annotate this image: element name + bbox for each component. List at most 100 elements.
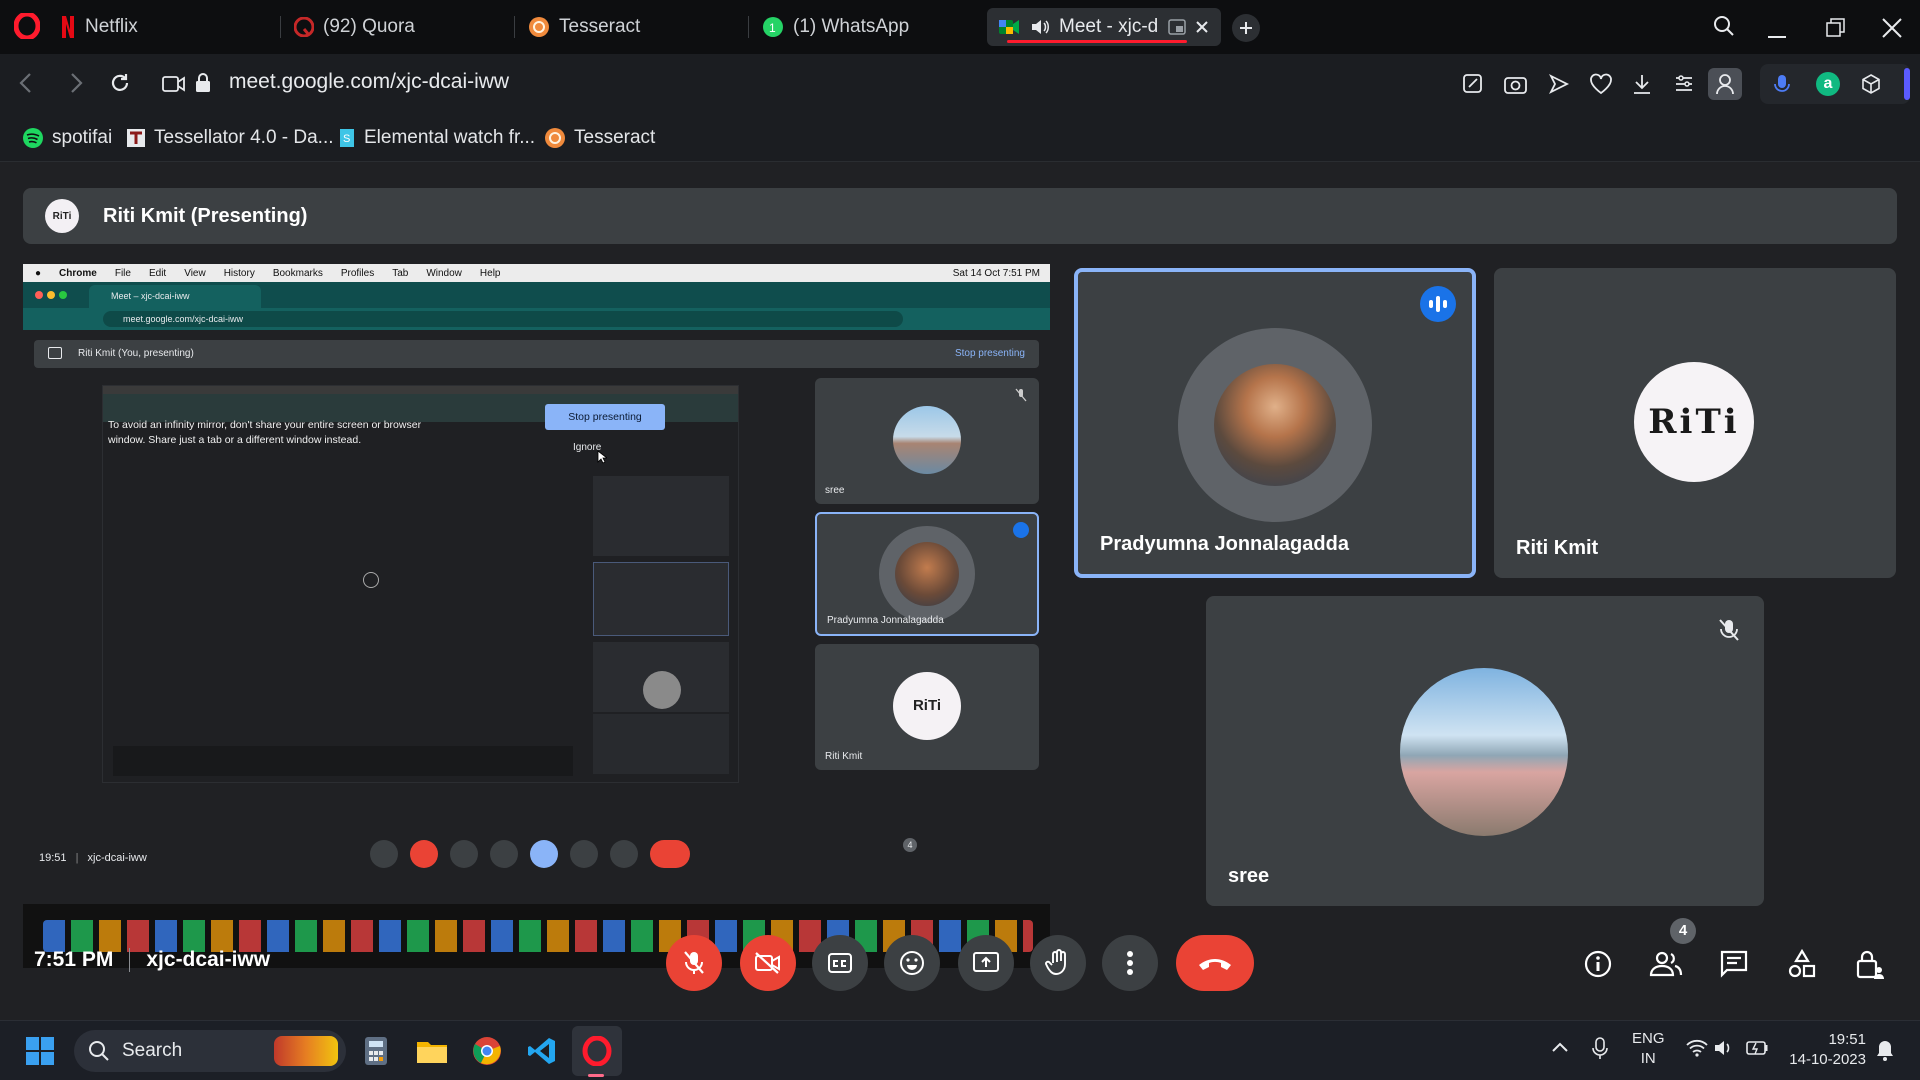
people-count-badge: 4 [1670,918,1696,944]
windows-start-icon[interactable] [22,1033,58,1069]
back-icon[interactable] [16,72,36,99]
microphone-extension-icon[interactable] [1774,73,1790,100]
elemental-icon: S [338,127,356,149]
camera-permission-icon[interactable] [162,73,186,100]
camera-off-button[interactable] [740,935,796,991]
mini-chrome-tabstrip: Meet – xjc-dcai-iww [23,282,1050,308]
heart-icon[interactable] [1589,73,1613,100]
sidebar-handle[interactable] [1904,68,1910,100]
mini-tile-name: Riti Kmit [825,751,863,762]
participant-tile-riti[interactable]: RiTi Riti Kmit [1494,268,1896,578]
easy-setup-icon[interactable] [1673,73,1695,100]
grammar-extension-icon[interactable]: a [1816,72,1840,96]
tab-netflix[interactable]: Netflix [48,8,278,46]
menu-item: Help [479,267,501,279]
bookmark-tessellator[interactable]: Tessellator 4.0 - Da... [126,124,334,152]
present-now-button[interactable] [958,935,1014,991]
mini-mic-button [370,840,398,868]
participant-tile-pradyumna[interactable]: Pradyumna Jonnalagadda [1074,268,1476,578]
calculator-icon[interactable] [358,1033,394,1069]
svg-text:S: S [343,133,350,145]
show-hidden-icons-icon[interactable] [1551,1040,1569,1059]
tab-tesseract[interactable]: Tesseract [516,8,746,46]
tab-quora[interactable]: (92) Quora [282,8,512,46]
chrome-icon[interactable] [469,1033,505,1069]
more-options-button[interactable] [1102,935,1158,991]
avatar [1214,364,1336,486]
participant-tile-sree[interactable]: sree [1206,596,1764,906]
raise-hand-button[interactable] [1030,935,1086,991]
presenter-title: Riti Kmit (Presenting) [103,204,308,227]
search-tabs-icon[interactable] [1712,14,1736,43]
mic-off-icon [1718,618,1740,647]
opera-icon[interactable] [579,1033,615,1069]
search-icon [88,1040,110,1062]
lock-icon[interactable] [194,72,212,99]
mini-presenting-label: Riti Kmit (You, presenting) [78,348,194,359]
meeting-details-button[interactable] [1578,944,1618,984]
emoji-icon [900,951,924,975]
language-indicator[interactable]: ENG IN [1632,1029,1665,1069]
host-controls-button[interactable] [1850,944,1890,984]
mini-people-count: 4 [903,838,917,852]
emoji-reaction-button[interactable] [884,935,940,991]
people-icon [1649,951,1683,977]
menu-item: Window [426,267,462,279]
participant-name: sree [1228,865,1270,887]
picture-in-picture-icon[interactable] [1168,19,1186,35]
url-field[interactable]: meet.google.com/xjc-dcai-iww [229,70,509,94]
microphone-tray-icon[interactable] [1592,1037,1608,1066]
mini-meet: Riti Kmit (You, presenting) Stop present… [23,330,1050,904]
profile-icon[interactable] [1708,68,1742,100]
bookmark-tesseract[interactable]: Tesseract [544,124,655,152]
new-tab-button[interactable] [1232,14,1260,42]
reload-icon[interactable] [108,71,132,100]
captions-button[interactable] [812,935,868,991]
mic-off-button[interactable] [666,935,722,991]
system-clock[interactable]: 19:51 14-10-2023 [1784,1030,1866,1070]
restore-icon[interactable] [1826,18,1846,43]
mini-avatar-riti: RiTi [893,672,961,740]
bookmark-spotifai[interactable]: spotifai [22,124,112,152]
tab-whatsapp[interactable]: 1 (1) WhatsApp [750,8,980,46]
snapshot-edit-icon[interactable] [1462,73,1484,100]
activities-button[interactable] [1782,944,1822,984]
info-icon [1584,950,1612,978]
notification-bell-icon[interactable] [1876,1039,1894,1066]
forward-icon[interactable] [66,72,86,99]
tab-divider [748,16,749,38]
close-window-icon[interactable] [1882,18,1902,43]
close-tab-icon[interactable] [1195,20,1209,34]
meeting-time: 7:51 PM [34,948,114,971]
active-tab-indicator [1007,40,1187,43]
leave-call-button[interactable] [1176,935,1254,991]
download-icon[interactable] [1631,73,1653,100]
opera-logo-icon[interactable] [13,11,41,44]
people-button[interactable] [1646,944,1686,984]
wifi-icon[interactable] [1686,1039,1708,1062]
browser-tab-strip: Netflix (92) Quora Tesseract 1 (1) Whats… [0,0,1920,54]
mirror-avatar [643,671,681,709]
speaker-icon[interactable] [1030,18,1050,36]
volume-icon[interactable] [1714,1039,1736,1062]
minimize-icon[interactable] [1768,26,1788,44]
file-explorer-icon[interactable] [414,1033,450,1069]
mini-hand-button [570,840,598,868]
menu-item: History [223,267,255,279]
taskbar-search-box[interactable]: Search [74,1030,346,1072]
avatar: RiTi [1634,362,1754,482]
infinity-warning: To avoid an infinity mirror, don't share… [108,419,422,446]
extensions-cube-icon[interactable] [1860,73,1882,100]
tab-divider [514,16,515,38]
chat-button[interactable] [1714,944,1754,984]
battery-icon[interactable] [1746,1040,1768,1061]
windows-taskbar: Search ENG IN 19:51 14-10-2023 [0,1020,1920,1080]
send-icon[interactable] [1548,73,1570,100]
bookmark-elemental[interactable]: S Elemental watch fr... [338,124,535,152]
mini-captions-button [450,840,478,868]
tab-meet[interactable]: Meet - xjc-dc [987,8,1221,46]
camera-icon[interactable] [1504,73,1528,100]
vscode-icon[interactable] [524,1033,560,1069]
menu-item: Profiles [340,267,375,279]
mini-url: meet.google.com/xjc-dcai-iww [103,311,903,327]
